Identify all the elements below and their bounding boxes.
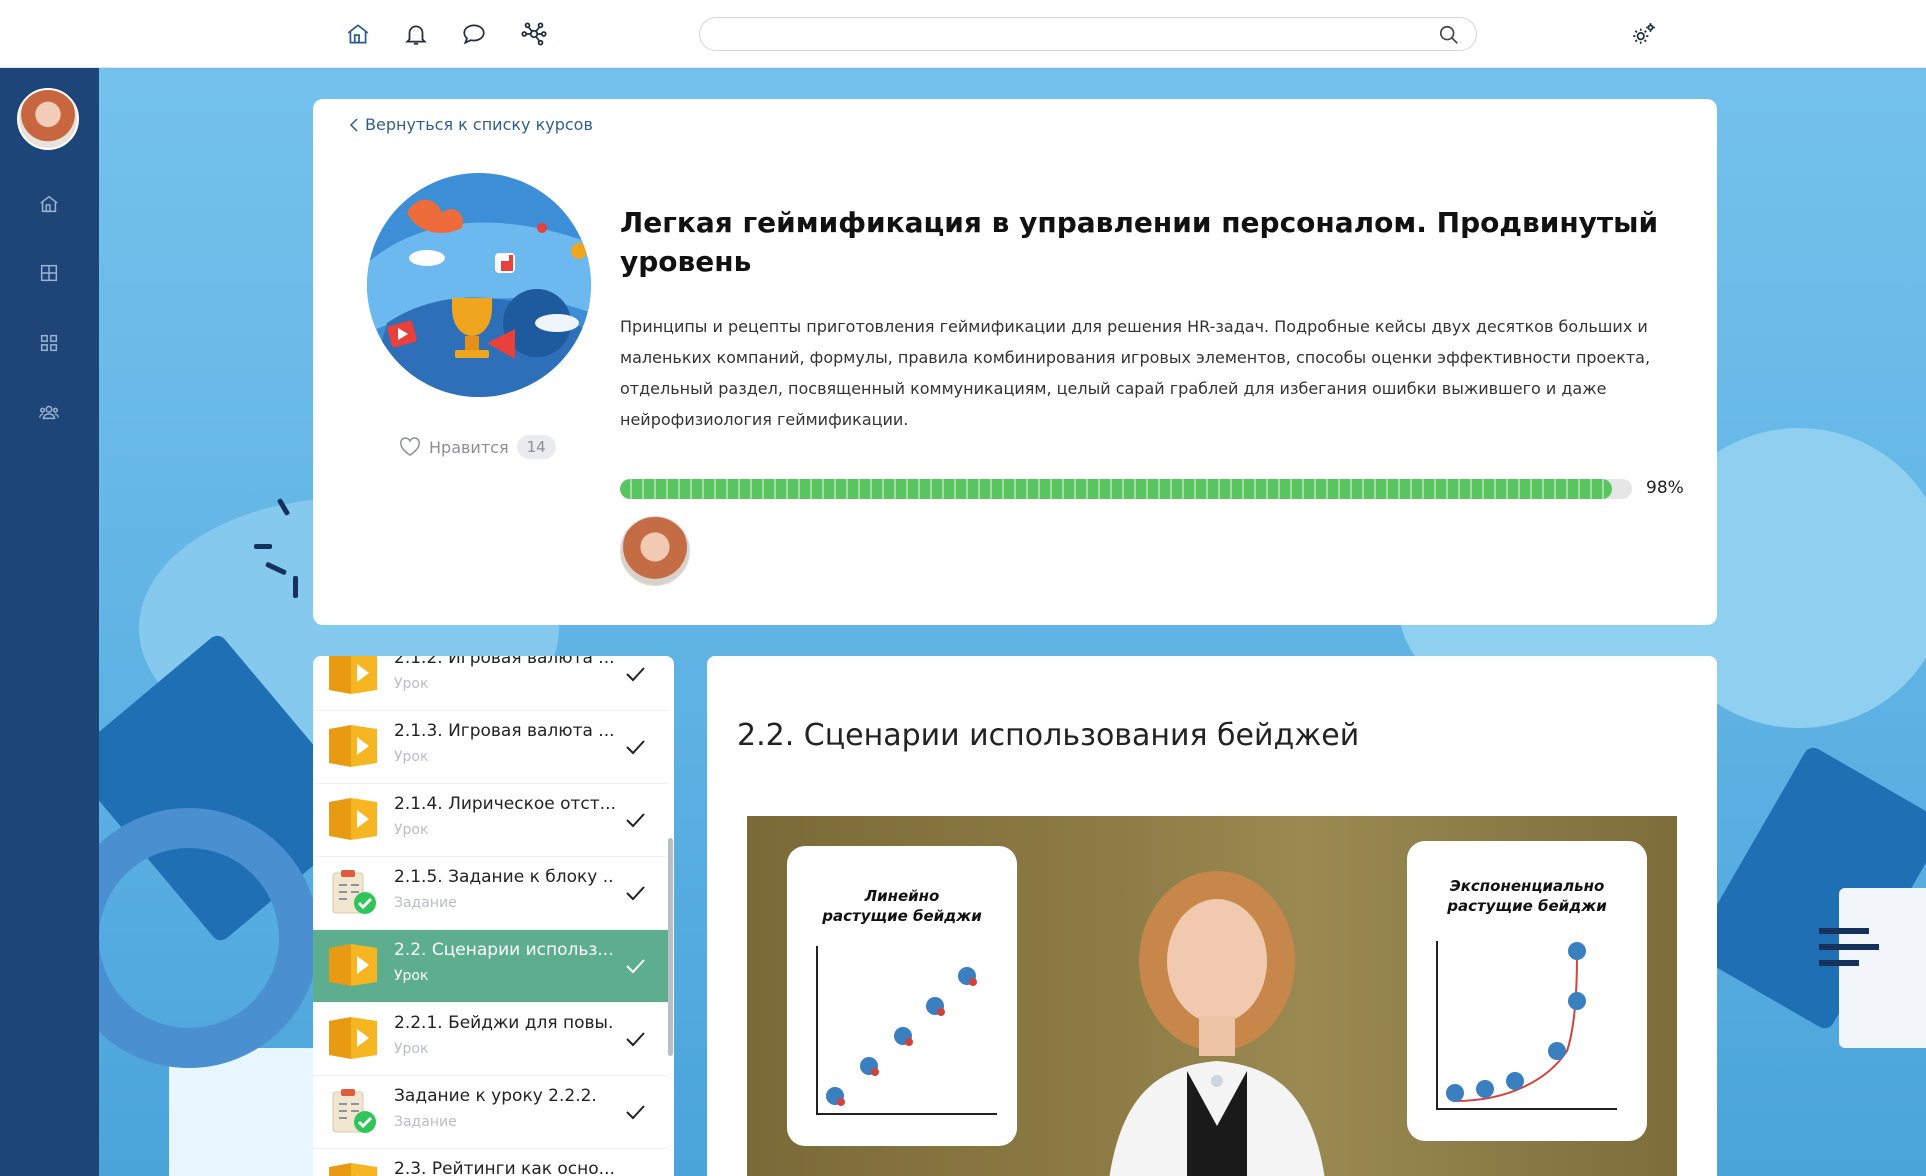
- back-to-courses-link[interactable]: Вернуться к списку курсов: [349, 115, 593, 134]
- right-board-title: Экспоненциально растущие бейджи: [1447, 877, 1607, 915]
- check-icon: [624, 663, 646, 685]
- lesson-type: Задание: [394, 1114, 457, 1130]
- lesson-type: Урок: [394, 676, 429, 692]
- search-bar[interactable]: [699, 17, 1477, 51]
- lesson-title: Задание к уроку 2.2.2.: [394, 1086, 597, 1106]
- lesson-item[interactable]: 2.3. Рейтинги как осно...Урок: [313, 1149, 669, 1176]
- video-lesson-icon: [327, 1161, 379, 1176]
- check-icon: [624, 809, 646, 831]
- lesson-list: 2.1.2. Игровая валюта ... Урок 2.1.3. Игро…: [313, 656, 674, 1176]
- video-lesson-icon: [327, 1015, 379, 1061]
- home-icon[interactable]: [342, 18, 374, 50]
- sidebar-table-icon[interactable]: [34, 258, 64, 288]
- user-avatar[interactable]: [17, 88, 79, 150]
- sidebar-grid-icon[interactable]: [34, 328, 64, 358]
- top-bar: [0, 0, 1926, 68]
- left-whiteboard: Линейно растущие бейджи: [787, 846, 1017, 1146]
- lesson-item[interactable]: 2.1.2. Игровая валюта ... Урок: [313, 656, 669, 711]
- right-whiteboard: Экспоненциально растущие бейджи: [1407, 841, 1647, 1141]
- video-lesson-icon: [327, 723, 379, 769]
- lesson-type: Задание: [394, 895, 457, 911]
- bell-icon[interactable]: [400, 18, 432, 50]
- search-icon[interactable]: [1438, 24, 1460, 46]
- task-icon: [327, 869, 379, 915]
- check-icon: [624, 955, 646, 977]
- lesson-type: Урок: [394, 968, 429, 984]
- lesson-item[interactable]: 2.2.1. Бейджи для повы... Урок: [313, 1003, 669, 1076]
- lesson-title: 2.1.4. Лирическое отст...: [394, 794, 614, 814]
- course-progress-percent: 98%: [1646, 478, 1684, 498]
- lesson-item[interactable]: Задание к уроку 2.2.2. Задание: [313, 1076, 669, 1149]
- lesson-title: 2.3. Рейтинги как осно...: [394, 1159, 614, 1176]
- lesson-video-player[interactable]: Линейно растущие бейджи Экспоненциально …: [747, 816, 1677, 1176]
- like-count: 14: [516, 435, 556, 459]
- lesson-list-scrollbar[interactable]: [668, 838, 673, 1056]
- course-progress-bar: [620, 479, 1632, 499]
- lesson-title: 2.1.2. Игровая валюта ...: [394, 656, 614, 668]
- like-button[interactable]: Нравится 14: [399, 435, 556, 459]
- lesson-item[interactable]: 2.1.5. Задание к блоку ... Задание: [313, 857, 669, 930]
- lesson-type: Урок: [394, 749, 429, 765]
- lesson-title: 2.2.1. Бейджи для повы...: [394, 1013, 614, 1033]
- sidebar-users-icon[interactable]: [34, 397, 64, 427]
- search-input[interactable]: [716, 22, 1416, 46]
- settings-icon[interactable]: [1628, 18, 1660, 50]
- linear-growth-graph: [816, 946, 997, 1115]
- lesson-list-items: 2.1.2. Игровая валюта ... Урок 2.1.3. Игро…: [313, 656, 669, 1176]
- video-lesson-icon: [327, 796, 379, 842]
- exponential-growth-graph: [1436, 941, 1617, 1110]
- like-label: Нравится: [429, 437, 509, 457]
- video-lesson-icon: [327, 942, 379, 988]
- course-progress-fill: [620, 479, 1612, 499]
- lesson-heading: 2.2. Сценарии использования бейджей: [737, 718, 1360, 753]
- author-avatar[interactable]: [620, 516, 690, 586]
- left-sidebar: [0, 68, 99, 1176]
- lesson-title: 2.2. Сценарии использ...: [394, 940, 614, 960]
- lesson-content-card: 2.2. Сценарии использования бейджей Лине…: [707, 656, 1717, 1176]
- check-icon: [624, 1101, 646, 1123]
- task-icon: [327, 1088, 379, 1134]
- sidebar-home-icon[interactable]: [34, 189, 64, 219]
- heart-icon: [400, 437, 420, 457]
- lesson-title: 2.1.3. Игровая валюта ...: [394, 721, 614, 741]
- lesson-item[interactable]: 2.2. Сценарии использ... Урок: [313, 930, 669, 1003]
- course-title: Легкая геймификация в управлении персона…: [620, 206, 1659, 278]
- check-icon: [624, 736, 646, 758]
- network-icon[interactable]: [518, 18, 550, 50]
- lesson-type: Урок: [394, 822, 429, 838]
- lesson-item[interactable]: 2.1.3. Игровая валюта ... Урок: [313, 711, 669, 784]
- back-link-label: Вернуться к списку курсов: [365, 115, 593, 134]
- chevron-left-icon: [349, 117, 358, 132]
- course-cover-image: [367, 173, 591, 397]
- course-description: Принципы и рецепты приготовления геймифи…: [620, 317, 1651, 429]
- check-icon: [624, 882, 646, 904]
- lesson-item[interactable]: 2.1.4. Лирическое отст... Урок: [313, 784, 669, 857]
- course-header-card: Вернуться к списку курсов Нравится 14 Ле…: [313, 99, 1717, 625]
- check-icon: [624, 1028, 646, 1050]
- lesson-type: Урок: [394, 1041, 429, 1057]
- presenter-figure: [1109, 871, 1325, 1176]
- left-board-title: Линейно растущие бейджи: [822, 887, 982, 925]
- video-lesson-icon: [327, 656, 379, 696]
- chat-icon[interactable]: [458, 18, 490, 50]
- lesson-title: 2.1.5. Задание к блоку ...: [394, 867, 614, 887]
